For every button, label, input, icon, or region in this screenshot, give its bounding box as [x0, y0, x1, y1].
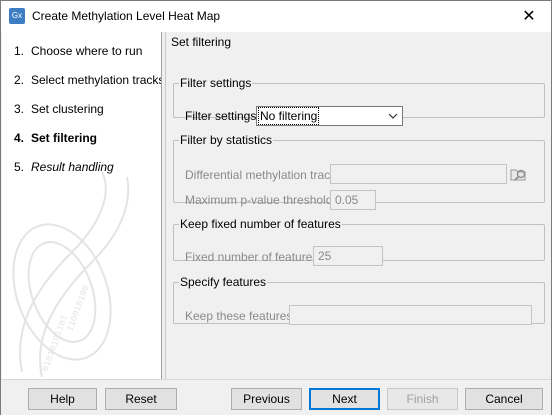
step-set-clustering: 3. Set clustering	[14, 102, 104, 116]
differential-track-label: Differential methylation track	[185, 168, 337, 182]
keep-features-input[interactable]	[289, 305, 532, 325]
dialog-window: Gx Create Methylation Level Heat Map ✕ 1…	[0, 0, 552, 415]
filter-by-statistics-group: Filter by statistics Differential methyl…	[173, 133, 545, 210]
cancel-button[interactable]: Cancel	[465, 388, 543, 410]
filter-settings-group: Filter settings Filter settings No filte…	[173, 76, 545, 126]
wizard-steps-panel: 1. Choose where to run 2. Select methylati…	[2, 32, 162, 379]
button-bar: Help Reset Previous Next Finish Cancel	[1, 379, 551, 415]
fixed-number-input[interactable]: 25	[313, 246, 383, 266]
group-legend: Specify features	[180, 275, 267, 289]
filter-settings-label: Filter settings	[185, 109, 257, 123]
chevron-down-icon	[388, 113, 398, 119]
step-number: 2.	[14, 73, 25, 87]
group-legend: Filter by statistics	[180, 133, 273, 147]
next-button[interactable]: Next	[309, 388, 380, 410]
keep-features-label: Keep these features	[185, 309, 293, 323]
page-title: Set filtering	[171, 35, 232, 49]
filter-settings-value: No filtering	[257, 107, 320, 125]
group-legend: Filter settings	[180, 76, 252, 90]
pvalue-threshold-input[interactable]: 0.05	[330, 190, 376, 210]
previous-button[interactable]: Previous	[231, 388, 302, 410]
keep-fixed-features-group: Keep fixed number of features Fixed numb…	[173, 217, 545, 266]
browse-folder-icon[interactable]	[510, 165, 528, 183]
title-bar: Gx Create Methylation Level Heat Map ✕	[1, 1, 551, 32]
step-label: Choose where to run	[31, 44, 143, 58]
step-number: 1.	[14, 44, 25, 58]
pvalue-threshold-label: Maximum p-value threshold	[185, 193, 333, 207]
svg-text:110010100: 110010100	[65, 284, 91, 333]
filter-settings-dropdown[interactable]: No filtering	[256, 106, 403, 126]
specify-features-group: Specify features Keep these features	[173, 275, 545, 325]
step-choose-where-to-run: 1. Choose where to run	[14, 44, 142, 58]
dna-watermark-icon: 01010101101 110010100	[12, 172, 130, 378]
step-number: 4.	[14, 131, 25, 145]
step-label: Select methylation tracks	[31, 73, 162, 87]
finish-button: Finish	[387, 388, 458, 410]
step-select-methylation-tracks: 2. Select methylation tracks	[14, 73, 162, 87]
fixed-number-label: Fixed number of features	[185, 250, 319, 264]
group-legend: Keep fixed number of features	[180, 217, 341, 231]
step-label: Set filtering	[31, 131, 98, 145]
differential-track-input[interactable]	[330, 164, 507, 184]
app-icon: Gx	[9, 8, 25, 24]
step-label: Set clustering	[31, 102, 104, 116]
window-title: Create Methylation Level Heat Map	[32, 9, 221, 23]
step-number: 3.	[14, 102, 25, 116]
reset-button[interactable]: Reset	[105, 388, 177, 410]
help-button[interactable]: Help	[28, 388, 97, 410]
step-set-filtering: 4. Set filtering	[14, 131, 97, 145]
close-button[interactable]: ✕	[507, 1, 551, 32]
content-panel: Set filtering Filter settings Filter set…	[165, 32, 551, 379]
